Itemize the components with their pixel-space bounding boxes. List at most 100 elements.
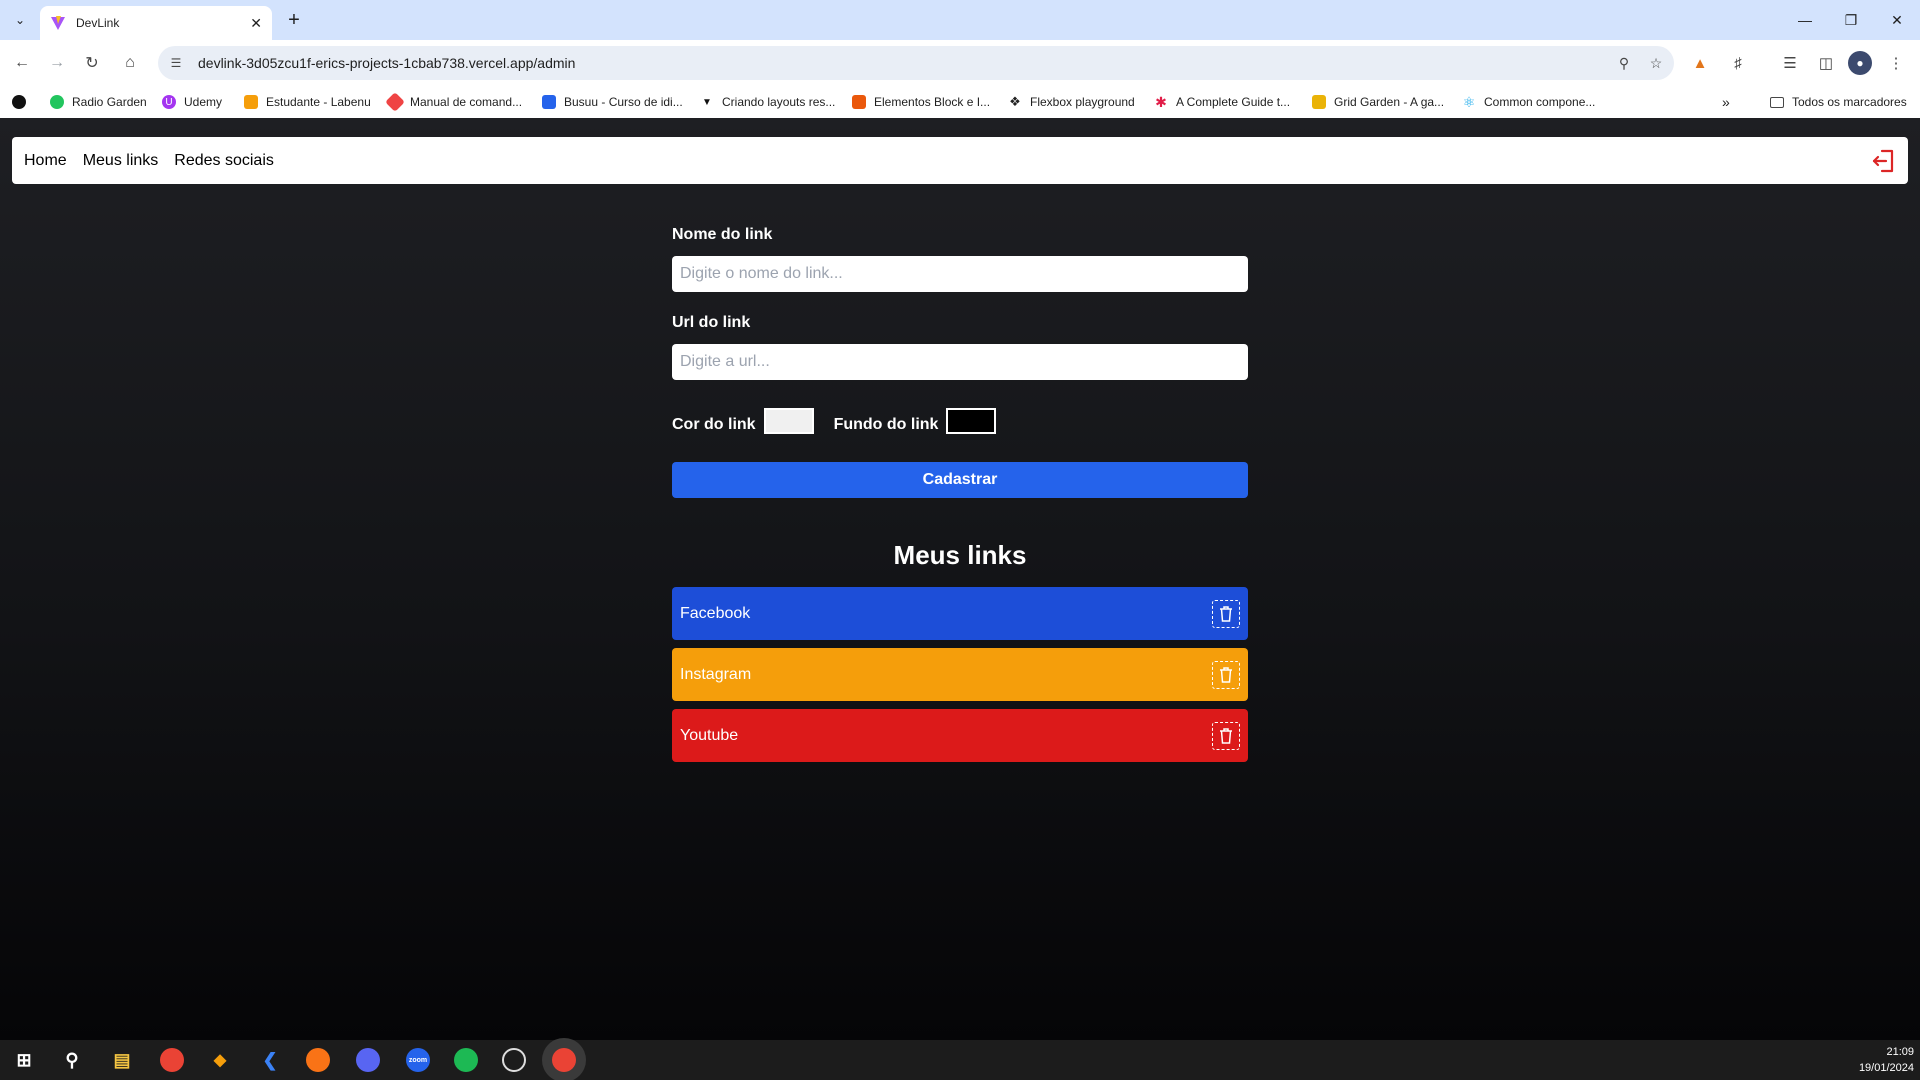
bookmark-label: Manual de comand... — [410, 95, 523, 109]
vite-logo-icon — [51, 16, 65, 30]
bookmark-label: Busuu - Curso de idi... — [564, 95, 683, 109]
nav-link-home[interactable]: Home — [24, 152, 67, 170]
github-icon[interactable] — [12, 92, 34, 112]
text-color-picker[interactable] — [763, 408, 814, 434]
udemy-icon: U — [162, 95, 176, 109]
logout-icon[interactable] — [1870, 148, 1896, 174]
menu-kebab-icon[interactable]: ⋮ — [1884, 51, 1908, 75]
labenu-icon — [244, 95, 258, 109]
nav-link-meus-links[interactable]: Meus links — [83, 152, 159, 170]
close-icon[interactable]: ✕ — [250, 15, 262, 32]
bookmark-manual-comandos[interactable]: Manual de comand... — [385, 92, 523, 112]
discord-icon[interactable] — [356, 1048, 380, 1072]
clock-date: 19/01/2024 — [1858, 1062, 1914, 1074]
chevron-down-icon: ▼ — [702, 96, 712, 108]
window-close-icon[interactable]: ✕ — [1874, 0, 1920, 40]
spotify-icon[interactable] — [454, 1048, 478, 1072]
bookmark-elementos-block[interactable]: Elementos Block e I... — [852, 92, 990, 112]
link-item-youtube[interactable]: Youtube — [672, 709, 1248, 762]
delete-button[interactable] — [1212, 660, 1240, 689]
bookmark-criando-layouts[interactable]: ▼ Criando layouts res... — [700, 92, 835, 112]
trash-icon — [1220, 666, 1232, 683]
bookmark-complete-guide[interactable]: ✱ A Complete Guide t... — [1154, 92, 1290, 112]
bookmark-label: Grid Garden - A ga... — [1334, 95, 1445, 109]
delete-button[interactable] — [1212, 721, 1240, 750]
chrome-active-icon[interactable] — [552, 1048, 576, 1072]
color-pickers-row: Cor do link Fundo do link — [672, 408, 1248, 434]
bookmark-label: Radio Garden — [72, 95, 147, 109]
bookmark-label: Flexbox playground — [1030, 95, 1135, 109]
restore-icon[interactable]: ❐ — [1828, 0, 1874, 40]
home-icon[interactable]: ⌂ — [118, 51, 142, 75]
new-tab-plus-icon[interactable]: + — [282, 8, 306, 32]
bookmark-busuu[interactable]: Busuu - Curso de idi... — [542, 92, 683, 112]
background-color-picker[interactable] — [946, 408, 997, 434]
bookmark-label: Elementos Block e I... — [874, 95, 991, 109]
vscode-icon[interactable]: ❮ — [258, 1048, 282, 1072]
react-icon: ⚛ — [1462, 93, 1476, 110]
forward-arrow-icon[interactable]: → — [45, 51, 69, 75]
chrome-icon[interactable] — [160, 1048, 184, 1072]
minimize-icon[interactable]: — — [1782, 0, 1828, 40]
back-arrow-icon[interactable]: ← — [10, 51, 34, 75]
link-item-instagram[interactable]: Instagram — [672, 648, 1248, 701]
bookmark-label: Common compone... — [1484, 95, 1596, 109]
page-viewport: Home Meus links Redes sociais Nome do li… — [0, 118, 1920, 1040]
cadastrar-button[interactable]: Cadastrar — [672, 462, 1248, 498]
zoom-icon[interactable]: zoom — [406, 1048, 430, 1072]
github-logo-icon — [12, 95, 26, 109]
git-client-icon[interactable]: ◆ — [208, 1048, 232, 1072]
url-text[interactable]: devlink-3d05zcu1f-erics-projects-1cbab73… — [198, 55, 1610, 71]
bookmark-flexbox-playground[interactable]: ❖ Flexbox playground — [1008, 92, 1135, 112]
media-queue-icon[interactable]: ☰ — [1778, 51, 1802, 75]
bookmark-radio-garden[interactable]: Radio Garden — [50, 92, 147, 112]
extensions-puzzle-icon[interactable]: ♯ — [1726, 51, 1750, 75]
text-color-label: Cor do link — [672, 416, 756, 433]
more-bookmarks-chevron-icon[interactable]: » — [1722, 92, 1730, 112]
link-item-name: Youtube — [680, 726, 739, 744]
name-label: Nome do link — [672, 226, 773, 243]
bookmark-label: Criando layouts res... — [722, 95, 836, 109]
bookmark-grid-garden[interactable]: Grid Garden - A ga... — [1312, 92, 1444, 112]
bookmark-labenu[interactable]: Estudante - Labenu — [244, 92, 371, 112]
git-icon — [385, 92, 405, 112]
url-label: Url do link — [672, 314, 751, 331]
tab-search-chevron-icon[interactable]: ⌄ — [8, 8, 32, 32]
profile-avatar-icon[interactable]: ● — [1848, 51, 1872, 75]
delete-button[interactable] — [1212, 599, 1240, 628]
postman-icon[interactable] — [306, 1048, 330, 1072]
search-icon[interactable]: ⚲ — [60, 1048, 84, 1072]
link-form: Nome do link Url do link Cor do link Fun… — [672, 226, 1248, 770]
taskbar: ⊞ ⚲ ▤ ◆ ❮ zoom 21:09 19/01/2024 — [0, 1040, 1920, 1080]
site-info-icon[interactable]: ☰ — [166, 53, 186, 73]
system-clock[interactable]: 21:09 19/01/2024 — [1859, 1044, 1914, 1076]
metamask-icon[interactable]: ▲ — [1688, 51, 1712, 75]
all-bookmarks-folder[interactable]: Todos os marcadores — [1770, 92, 1907, 112]
clock-time: 21:09 — [1886, 1046, 1914, 1058]
nav-link-redes-sociais[interactable]: Redes sociais — [174, 152, 274, 170]
obs-icon[interactable] — [502, 1048, 526, 1072]
carrot-icon — [1312, 95, 1326, 109]
side-panel-icon[interactable]: ◫ — [1814, 51, 1838, 75]
key-icon[interactable]: ⚲ — [1610, 49, 1638, 77]
star-icon[interactable]: ☆ — [1642, 49, 1670, 77]
bookmark-udemy[interactable]: U Udemy — [162, 92, 222, 112]
meus-links-title: Meus links — [893, 540, 1027, 570]
link-name-input[interactable] — [672, 256, 1248, 292]
file-explorer-icon[interactable]: ▤ — [110, 1048, 134, 1072]
bookmark-label: A Complete Guide t... — [1176, 95, 1291, 109]
bookmark-common-components[interactable]: ⚛ Common compone... — [1462, 92, 1596, 112]
link-item-name: Instagram — [680, 665, 752, 683]
link-item-facebook[interactable]: Facebook — [672, 587, 1248, 640]
asterisk-icon: ✱ — [1155, 93, 1167, 110]
busuu-icon — [542, 95, 556, 109]
reload-icon[interactable]: ↻ — [80, 51, 104, 75]
windows-start-icon[interactable]: ⊞ — [12, 1048, 36, 1072]
link-url-input[interactable] — [672, 344, 1248, 380]
tab-devlink[interactable]: DevLink ✕ — [40, 6, 272, 40]
address-bar[interactable]: ☰ devlink-3d05zcu1f-erics-projects-1cbab… — [158, 46, 1674, 80]
background-color-label: Fundo do link — [833, 416, 939, 433]
folder-icon — [1770, 96, 1784, 108]
link-list: Facebook Instagram Youtube — [672, 587, 1248, 762]
trash-icon — [1220, 605, 1232, 622]
